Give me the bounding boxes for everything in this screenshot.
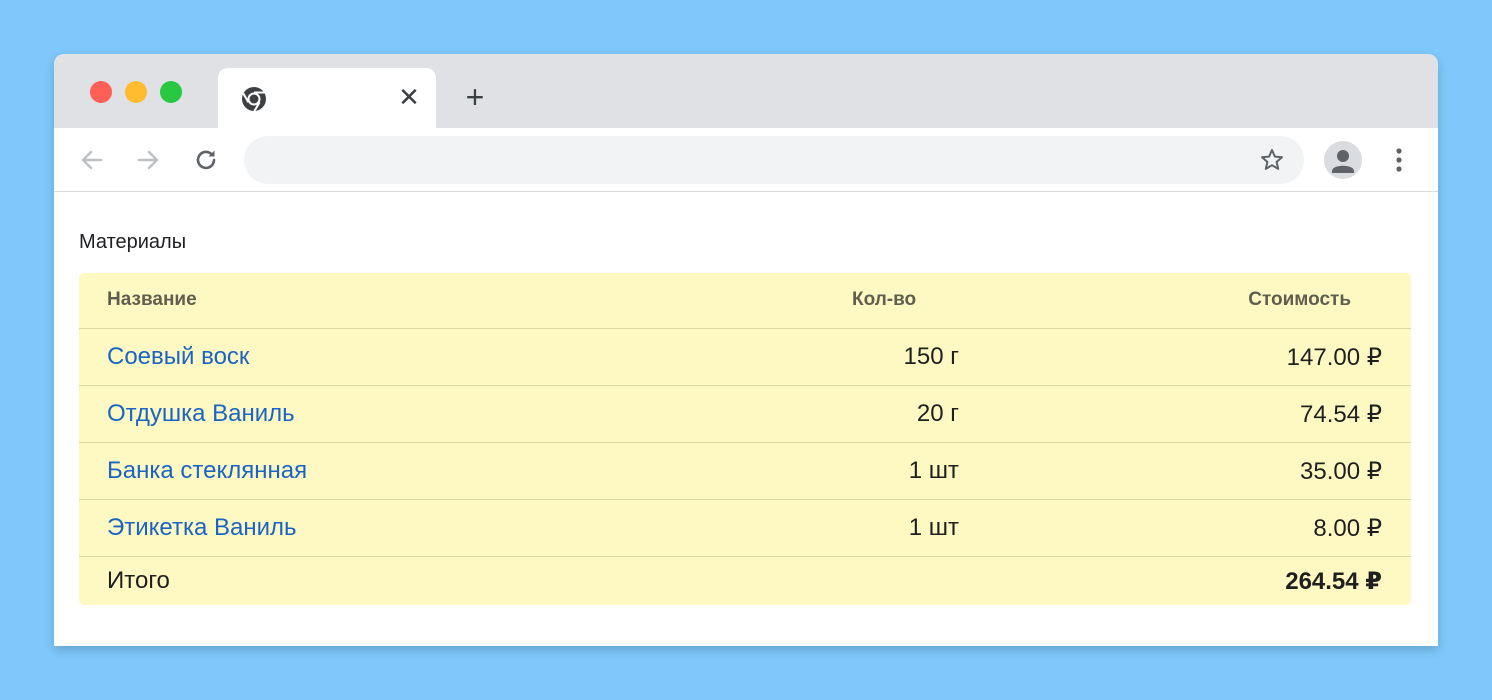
table-row: Отдушка Ваниль 20 г 74.54 ₽ bbox=[79, 386, 1411, 443]
star-icon[interactable] bbox=[1258, 146, 1286, 174]
table-row: Банка стеклянная 1 шт 35.00 ₽ bbox=[79, 443, 1411, 500]
minimize-window-button[interactable] bbox=[125, 81, 147, 103]
close-window-button[interactable] bbox=[90, 81, 112, 103]
more-vert-icon[interactable] bbox=[1384, 144, 1414, 176]
page-content: Материалы Название Кол-во Стоимость Соев… bbox=[54, 193, 1438, 646]
chrome-icon bbox=[242, 87, 266, 112]
material-cost: 8.00 ₽ bbox=[1313, 515, 1382, 542]
account-icon[interactable] bbox=[1324, 141, 1362, 179]
material-link[interactable]: Банка стеклянная bbox=[107, 457, 307, 485]
material-cost: 147.00 ₽ bbox=[1286, 344, 1382, 371]
forward-arrow-icon[interactable] bbox=[134, 146, 162, 174]
column-header-cost: Стоимость bbox=[1248, 289, 1351, 310]
browser-toolbar bbox=[54, 128, 1438, 192]
section-title: Материалы bbox=[79, 231, 187, 253]
reload-icon[interactable] bbox=[192, 146, 220, 174]
total-row: Итого 264.54 ₽ bbox=[79, 557, 1411, 605]
table-row: Соевый воск 150 г 147.00 ₽ bbox=[79, 329, 1411, 386]
column-header-qty: Кол-во bbox=[852, 289, 917, 310]
table-row: Этикетка Ваниль 1 шт 8.00 ₽ bbox=[79, 500, 1411, 557]
back-arrow-icon[interactable] bbox=[78, 146, 106, 174]
new-tab-button[interactable]: + bbox=[458, 80, 492, 114]
table-header: Название Кол-во Стоимость bbox=[79, 273, 1411, 329]
material-link[interactable]: Отдушка Ваниль bbox=[107, 400, 295, 428]
person-icon bbox=[1332, 150, 1354, 173]
material-qty: 1 шт bbox=[908, 457, 959, 484]
material-qty: 20 г bbox=[916, 400, 959, 427]
material-cost: 74.54 ₽ bbox=[1300, 401, 1382, 428]
total-label: Итого bbox=[107, 567, 170, 594]
material-cost: 35.00 ₽ bbox=[1300, 458, 1382, 485]
column-header-name: Название bbox=[107, 289, 197, 310]
total-value: 264.54 ₽ bbox=[1285, 568, 1382, 595]
materials-table: Название Кол-во Стоимость Соевый воск 15… bbox=[79, 273, 1411, 605]
tab-close-icon[interactable]: ✕ bbox=[394, 82, 424, 112]
material-link[interactable]: Этикетка Ваниль bbox=[107, 514, 297, 542]
browser-tab[interactable]: ✕ bbox=[218, 68, 436, 128]
tab-strip: ✕ + bbox=[54, 54, 1438, 128]
material-qty: 1 шт bbox=[908, 514, 959, 541]
maximize-window-button[interactable] bbox=[160, 81, 182, 103]
material-qty: 150 г bbox=[903, 343, 959, 370]
browser-window: ✕ + Материалы Название Кол-во Стоимость … bbox=[54, 54, 1438, 646]
address-bar[interactable] bbox=[244, 136, 1304, 184]
material-link[interactable]: Соевый воск bbox=[107, 343, 249, 371]
